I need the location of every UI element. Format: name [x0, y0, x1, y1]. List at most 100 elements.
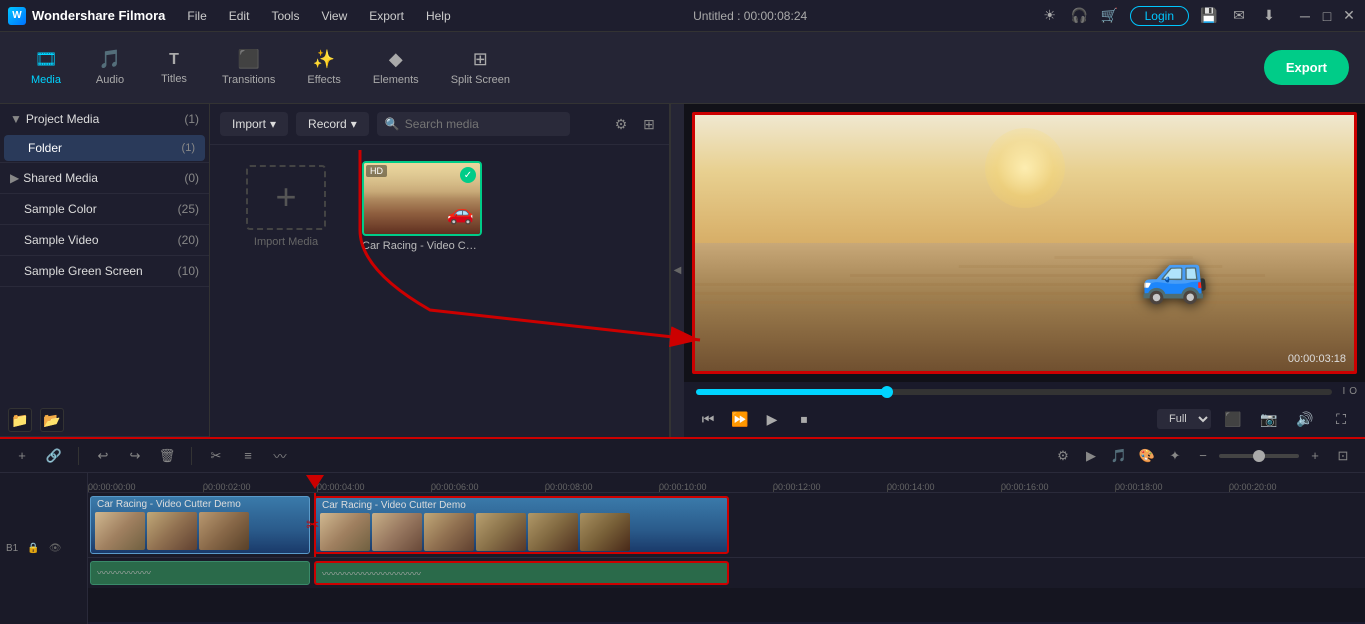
menu-tools[interactable]: Tools — [261, 6, 309, 26]
search-icon: 🔍 — [385, 117, 400, 131]
filter-icon[interactable]: ⚙ — [611, 116, 631, 133]
ruler-line-20 — [1229, 486, 1230, 492]
toolbar-media[interactable]: 🎞 Media — [16, 41, 76, 94]
import-folder-button[interactable]: 📂 — [40, 408, 64, 432]
titlebar-right: ☀ 🎧 🛒 Login 💾 ✉ ⬇ ─ □ ✕ — [1040, 6, 1357, 26]
video-clip-1[interactable]: Car Racing - Video Cutter Demo — [90, 496, 310, 554]
audio-clip-2[interactable]: 〰〰〰〰〰〰〰〰〰〰〰 — [314, 561, 729, 585]
motion-button[interactable]: ▶ — [1079, 444, 1103, 468]
video-clip-2[interactable]: Car Racing - Video Cutter Demo — [314, 496, 729, 554]
search-input[interactable] — [377, 112, 570, 136]
project-media-header[interactable]: ▼ Project Media (1) — [0, 104, 209, 134]
zoom-slider-thumb[interactable] — [1253, 450, 1265, 462]
link-button[interactable]: 🔗 — [42, 444, 66, 468]
login-button[interactable]: Login — [1130, 6, 1189, 26]
project-media-count: (1) — [184, 112, 199, 126]
zoom-slider[interactable] — [1219, 454, 1299, 458]
import-plus-icon: + — [246, 165, 326, 230]
color-button[interactable]: 🎨 — [1135, 444, 1159, 468]
playback-controls: ⏮ ⏩ ▶ ⏹ Full ⬛ 📷 🔊 ⛶ — [684, 401, 1365, 437]
collapse-panel-button[interactable]: ◀ — [670, 104, 684, 437]
sun-icon[interactable]: ☀ — [1040, 7, 1060, 24]
sample-green-label: Sample Green Screen — [24, 264, 143, 278]
audio-clip-1[interactable]: 〰〰〰〰〰〰 — [90, 561, 310, 585]
car-in-frame: 🚙 — [1141, 242, 1209, 307]
clip-thumbnail[interactable]: 🚗 ✓ HD Car Racing - Video Cutt... — [362, 161, 482, 252]
scrubber-thumb[interactable] — [881, 386, 893, 398]
audio-settings-button[interactable]: 🎵 — [1107, 444, 1131, 468]
speed-button[interactable]: ≡ — [236, 444, 260, 468]
waveform-button[interactable]: 〰 — [268, 444, 292, 468]
ruler-line-6 — [431, 486, 432, 492]
ruler-mark-20: 00:00:20:00 — [1229, 482, 1277, 492]
timeline-content[interactable]: 00:00:00:00 00:00:02:00 00:00:04:00 00:0… — [88, 473, 1365, 624]
volume-button[interactable]: 🔊 — [1291, 405, 1319, 433]
maximize-button[interactable]: □ — [1319, 8, 1335, 24]
delete-button[interactable]: 🗑 — [155, 444, 179, 468]
menu-export[interactable]: Export — [359, 6, 414, 26]
toolbar-elements[interactable]: ◆ Elements — [359, 41, 433, 94]
shared-media-header[interactable]: ▶ Shared Media (0) — [0, 163, 209, 193]
zoom-in-button[interactable]: + — [1303, 444, 1327, 468]
folder-item[interactable]: Folder (1) — [4, 135, 205, 161]
save-icon[interactable]: 💾 — [1199, 7, 1219, 24]
snapshot-button[interactable]: 📷 — [1255, 405, 1283, 433]
prev-frame-button[interactable]: ⏮ — [694, 405, 722, 433]
record-button[interactable]: Record ▾ — [296, 112, 369, 136]
add-track-button[interactable]: + — [10, 444, 34, 468]
clip-1-frames — [91, 512, 309, 550]
stop-button[interactable]: ⏹ — [790, 405, 818, 433]
grid-icon[interactable]: ⊞ — [639, 116, 659, 133]
fit-timeline-button[interactable]: ⊡ — [1331, 444, 1355, 468]
close-button[interactable]: ✕ — [1341, 8, 1357, 24]
transitions-label: Transitions — [222, 74, 275, 86]
sample-video-header[interactable]: Sample Video (20) — [0, 225, 209, 255]
toolbar-transitions[interactable]: ⬛ Transitions — [208, 41, 289, 94]
split-button[interactable]: ✂ — [204, 444, 228, 468]
ruler-line-12 — [773, 486, 774, 492]
fullscreen-button[interactable]: ⛶ — [1327, 405, 1355, 433]
lock-button[interactable]: 🔒 — [24, 540, 42, 558]
sample-color-header[interactable]: Sample Color (25) — [0, 194, 209, 224]
shared-media-count: (0) — [184, 171, 199, 185]
toolbar-audio[interactable]: 🎵 Audio — [80, 41, 140, 94]
shared-media-section: ▶ Shared Media (0) — [0, 163, 209, 194]
zoom-settings-button[interactable]: ⚙ — [1051, 444, 1075, 468]
import-button[interactable]: Import ▾ — [220, 112, 288, 136]
download-icon[interactable]: ⬇ — [1259, 7, 1279, 24]
new-folder-button[interactable]: 📁 — [8, 408, 32, 432]
toolbar-effects[interactable]: ✨ Effects — [293, 41, 354, 94]
sun-glow — [985, 128, 1065, 208]
ruler-mark-14: 00:00:14:00 — [887, 482, 935, 492]
video-track-1: Car Racing - Video Cutter Demo Car Racin… — [88, 493, 1365, 558]
preview-timecode: 00:00:03:18 — [1288, 353, 1346, 365]
effects-tl-button[interactable]: ✦ — [1163, 444, 1187, 468]
undo-button[interactable]: ↩ — [91, 444, 115, 468]
redo-button[interactable]: ↪ — [123, 444, 147, 468]
add-to-timeline-button[interactable]: ⬛ — [1219, 405, 1247, 433]
sample-green-header[interactable]: Sample Green Screen (10) — [0, 256, 209, 286]
menu-file[interactable]: File — [177, 6, 216, 26]
project-media-label: Project Media — [26, 112, 99, 126]
mail-icon[interactable]: ✉ — [1229, 7, 1249, 24]
import-media-text: Import Media — [254, 236, 318, 248]
toolbar-titles[interactable]: T Titles — [144, 43, 204, 93]
play-button[interactable]: ▶ — [758, 405, 786, 433]
minimize-button[interactable]: ─ — [1297, 8, 1313, 24]
menu-help[interactable]: Help — [416, 6, 461, 26]
headset-icon[interactable]: 🎧 — [1070, 7, 1090, 24]
menu-edit[interactable]: Edit — [219, 6, 260, 26]
search-wrapper: 🔍 — [377, 112, 603, 136]
cart-icon[interactable]: 🛒 — [1100, 7, 1120, 24]
zoom-select[interactable]: Full — [1157, 409, 1211, 429]
toolbar-splitscreen[interactable]: ⊞ Split Screen — [437, 41, 524, 94]
frame-1 — [95, 512, 145, 550]
menu-view[interactable]: View — [311, 6, 357, 26]
scissors-icon: ✂ — [306, 515, 319, 535]
visibility-button[interactable]: 👁 — [46, 540, 64, 558]
export-button[interactable]: Export — [1264, 50, 1349, 85]
slow-play-button[interactable]: ⏩ — [726, 405, 754, 433]
zoom-out-button[interactable]: − — [1191, 444, 1215, 468]
import-media-placeholder[interactable]: + Import Media — [226, 161, 346, 251]
scrubber-bar[interactable] — [696, 389, 1332, 395]
